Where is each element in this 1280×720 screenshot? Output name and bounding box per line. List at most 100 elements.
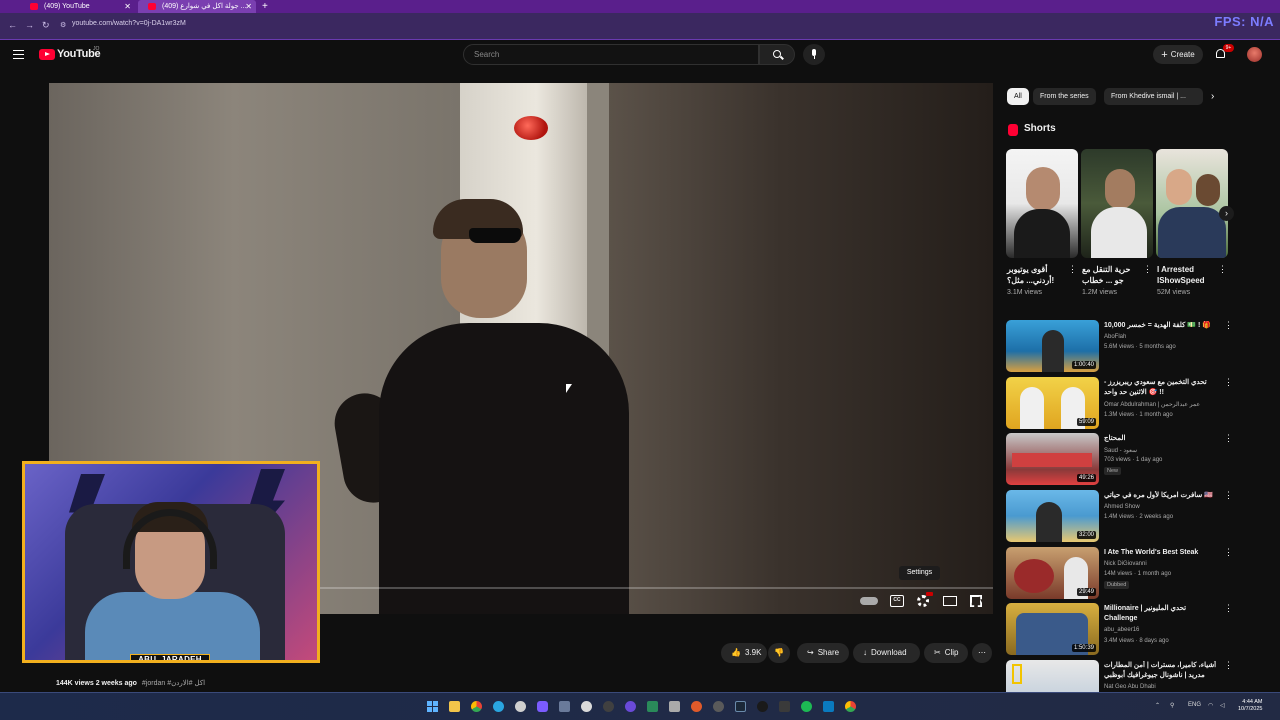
settings-gear-icon[interactable] <box>917 595 929 607</box>
app-icon[interactable] <box>757 701 768 712</box>
recommendation-item[interactable]: 1:00:40 كلفة الهدية = خمسر 10,000 💵 ! 🎁 … <box>1006 320 1233 374</box>
url-field[interactable]: youtube.com/watch?v=0j-DA1wr3zM <box>72 20 186 27</box>
wifi-icon[interactable]: ◠ <box>1208 702 1213 709</box>
short-views: 52M views <box>1157 289 1191 296</box>
windows-taskbar: ⌃ ⚲ ENG ◠ ◁ 4:44 AM 10/7/2025 <box>0 692 1280 720</box>
chip-from-channel[interactable]: From Khedive ismail | ... <box>1104 88 1203 105</box>
player-controls: CC <box>853 590 993 614</box>
spotify-icon[interactable] <box>801 701 812 712</box>
obs-icon[interactable] <box>603 701 614 712</box>
site-info-icon[interactable]: ⚙ <box>60 21 66 29</box>
more-icon: ⋯ <box>978 648 986 657</box>
share-button[interactable]: ↪ Share <box>797 643 849 663</box>
chrome-icon[interactable] <box>845 701 856 712</box>
channel-name[interactable]: AboFlah <box>1104 334 1126 340</box>
short-thumbnail[interactable] <box>1081 149 1153 258</box>
account-avatar[interactable] <box>1247 47 1262 62</box>
more-options-icon[interactable]: ⋮ <box>1224 491 1233 500</box>
settings-app-icon[interactable] <box>515 701 526 712</box>
chip-from-series[interactable]: From the series <box>1033 88 1096 105</box>
more-options-icon[interactable]: ⋮ <box>1224 321 1233 330</box>
more-options-icon[interactable]: ⋮ <box>1224 378 1233 387</box>
taskbar-clock[interactable]: 4:44 AM 10/7/2025 <box>1238 699 1262 713</box>
discord-icon[interactable] <box>537 701 548 712</box>
app-icon[interactable] <box>647 701 658 712</box>
app-icon[interactable] <box>625 701 636 712</box>
volume-icon[interactable]: ◁ <box>1220 702 1225 709</box>
more-options-icon[interactable]: ⋮ <box>1224 548 1233 557</box>
channel-name[interactable]: abu_abeer16 <box>1104 627 1139 633</box>
short-thumbnail[interactable] <box>1156 149 1228 258</box>
app-icon[interactable] <box>559 701 570 712</box>
video-description-header[interactable]: 144K views 2 weeks ago #jordan #اكل #الا… <box>56 679 205 687</box>
browser-tab-youtube[interactable]: (409) YouTube ✕ <box>20 0 135 13</box>
clip-button[interactable]: ✂ Clip <box>924 643 968 663</box>
tray-overflow-icon[interactable]: ⌃ <box>1155 702 1160 709</box>
file-explorer-icon[interactable] <box>449 701 460 712</box>
recommendation-item[interactable]: 32:00 سافرت امريكا لأول مره في حياتي 🇺🇸 … <box>1006 490 1233 544</box>
recommendation-item[interactable]: 59:09 تحدي التخمين مع سعودي ريبريزرز - ا… <box>1006 377 1233 431</box>
channel-name[interactable]: Nat Geo Abu Dhabi <box>1104 684 1156 690</box>
windows-start-icon[interactable] <box>427 701 438 712</box>
back-icon[interactable]: ← <box>8 20 17 30</box>
fullscreen-icon[interactable] <box>970 595 982 607</box>
channel-name[interactable]: Nick DiGiovanni <box>1104 561 1147 567</box>
short-title[interactable]: حرية التنقل مع جو ... خطاب <box>1082 264 1140 286</box>
channel-name[interactable]: Omar Abdulrahman | عمر عبدالرحمن <box>1104 401 1200 408</box>
more-options-icon[interactable]: ⋮ <box>1224 434 1233 443</box>
language-indicator[interactable]: ENG <box>1188 702 1201 708</box>
short-title[interactable]: I Arrested IShowSpeed <box>1157 264 1215 286</box>
app-icon[interactable] <box>581 701 592 712</box>
new-badge: New <box>1104 467 1122 475</box>
more-options-icon[interactable]: ⋮ <box>1068 265 1077 274</box>
download-button[interactable]: ↓ Download <box>853 643 920 663</box>
video-thumbnail: 59:09 <box>1006 377 1099 429</box>
channel-name[interactable]: Saud - سعود <box>1104 447 1137 454</box>
app-icon[interactable] <box>669 701 680 712</box>
like-button[interactable]: 👍 3.9K <box>721 643 767 663</box>
voice-search-icon[interactable] <box>803 44 825 65</box>
more-actions-button[interactable]: ⋯ <box>972 643 992 663</box>
shorts-next-button[interactable]: › <box>1219 206 1234 221</box>
edge-icon[interactable] <box>493 701 504 712</box>
more-options-icon[interactable]: ⋮ <box>1224 661 1230 670</box>
close-tab-icon[interactable]: ✕ <box>124 0 131 13</box>
short-title[interactable]: أقوى يوتيوبر أردني... مثل؟! <box>1007 264 1065 286</box>
search-button[interactable] <box>759 44 795 65</box>
recommendation-item[interactable]: أشياء، كاميرا، مسترات | أمن المطارات مدر… <box>1006 660 1230 692</box>
hashtags[interactable]: #jordan #اكل #الاردن <box>142 680 205 687</box>
close-tab-icon[interactable]: ✕ <box>245 0 252 13</box>
channel-name[interactable]: Ahmed Show <box>1104 504 1140 510</box>
browser-tab-bar: (409) YouTube ✕ (409) جولة اكل في شوارع … <box>0 0 1280 13</box>
search-input[interactable] <box>474 48 744 61</box>
theater-mode-icon[interactable] <box>943 596 957 606</box>
chrome-icon[interactable] <box>471 701 482 712</box>
dubbed-badge: Dubbed <box>1104 581 1130 589</box>
app-icon[interactable] <box>713 701 724 712</box>
create-button[interactable]: + Create <box>1153 45 1203 64</box>
new-tab-button[interactable]: + <box>258 0 272 13</box>
chip-all[interactable]: All <box>1007 88 1029 105</box>
dislike-button[interactable]: 👎 <box>768 643 790 663</box>
short-thumbnail[interactable] <box>1006 149 1078 258</box>
more-options-icon[interactable]: ⋮ <box>1143 265 1152 274</box>
chevron-right-icon[interactable]: › <box>1211 91 1214 102</box>
youtube-logo-icon[interactable] <box>39 49 55 60</box>
recommendation-item[interactable]: 49:26 المحتاج Saud - سعود 703 views · 1 … <box>1006 433 1233 487</box>
more-options-icon[interactable]: ⋮ <box>1224 604 1233 613</box>
forward-icon[interactable]: → <box>25 20 34 30</box>
recommendation-item[interactable]: 29:49 I Ate The World's Best Steak Nick … <box>1006 547 1233 601</box>
app-icon[interactable] <box>779 701 790 712</box>
steam-icon[interactable] <box>735 701 746 712</box>
app-icon[interactable] <box>691 701 702 712</box>
app-icon[interactable] <box>823 701 834 712</box>
browser-tab-current[interactable]: (409) جولة اكل في شوارع ... ✕ <box>138 0 256 13</box>
more-options-icon[interactable]: ⋮ <box>1218 265 1227 274</box>
tray-icon[interactable]: ⚲ <box>1170 702 1174 709</box>
tab-label: (409) YouTube <box>44 3 90 10</box>
reload-icon[interactable]: ↻ <box>42 20 50 31</box>
recommendation-item[interactable]: 1:50:39 Millionaire | تحدي المليونير Cha… <box>1006 603 1233 657</box>
hamburger-menu-icon[interactable] <box>13 50 24 59</box>
captions-button[interactable]: CC <box>890 595 904 607</box>
autoplay-toggle[interactable] <box>860 597 878 605</box>
